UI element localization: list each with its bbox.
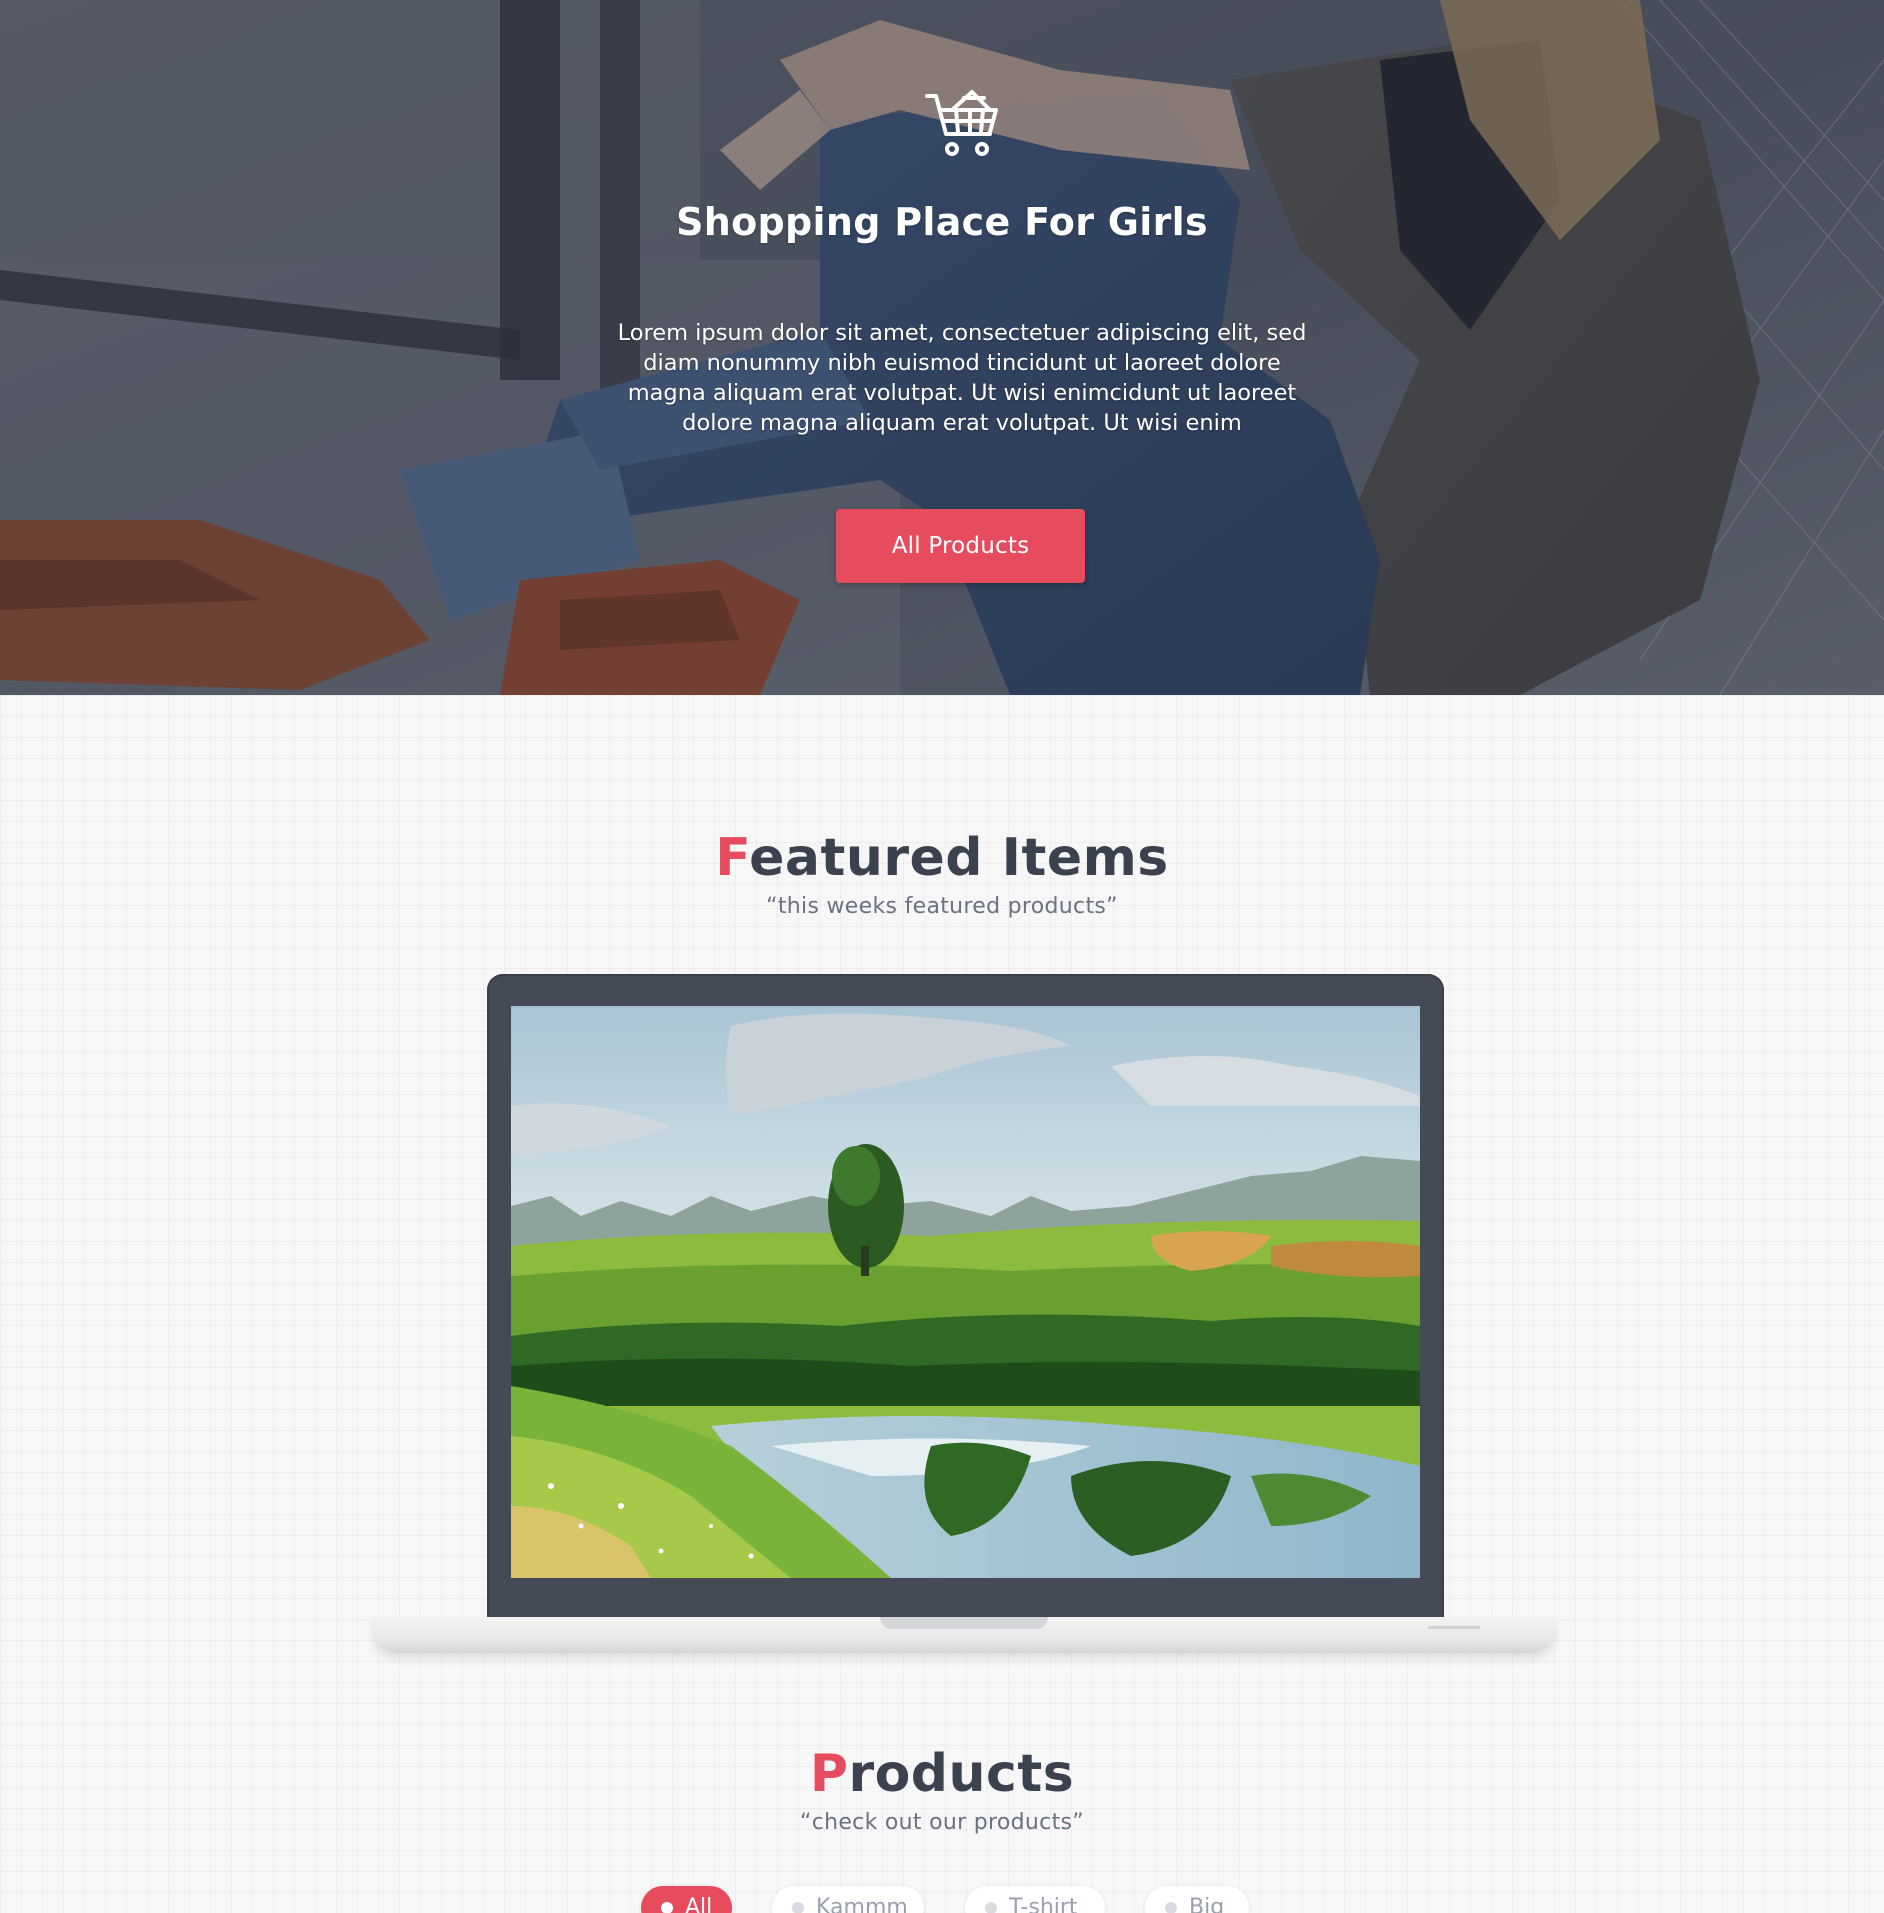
featured-title-initial: F: [715, 828, 750, 888]
products-subtitle: “check out our products”: [800, 1810, 1084, 1835]
featured-items-subtitle: “this weeks featured products”: [766, 894, 1118, 919]
products-title: Products: [0, 1744, 1884, 1804]
featured-product-image[interactable]: [511, 1006, 1420, 1578]
products-title-initial: P: [809, 1744, 849, 1804]
shopping-cart-icon: [925, 90, 998, 156]
filter-label: Big: [1189, 1895, 1225, 1913]
featured-title-rest: eatured Items: [749, 828, 1169, 888]
all-products-button[interactable]: All Products: [836, 509, 1085, 583]
filter-dot-icon: [661, 1902, 673, 1913]
product-filter-tabs: All Kammm T-shirt Big: [0, 1886, 1884, 1913]
filter-dot-icon: [985, 1902, 997, 1913]
filter-dot-icon: [1165, 1902, 1177, 1913]
filter-dot-icon: [792, 1902, 804, 1913]
filter-label: T-shirt: [1009, 1895, 1078, 1913]
laptop-notch: [880, 1617, 1048, 1629]
hero-description: Lorem ipsum dolor sit amet, consectetuer…: [617, 320, 1307, 436]
products-title-rest: roducts: [848, 1744, 1075, 1804]
filter-label: All: [685, 1895, 713, 1913]
landscape-illustration: [511, 1006, 1420, 1578]
filter-tab-big[interactable]: Big: [1145, 1886, 1249, 1913]
hero-content: Shopping Place For Girls Lorem ipsum dol…: [0, 0, 1884, 695]
hero-section: Shopping Place For Girls Lorem ipsum dol…: [0, 0, 1884, 695]
hero-title: Shopping Place For Girls: [676, 200, 1208, 244]
filter-label: Kammm: [816, 1895, 908, 1913]
filter-tab-all[interactable]: All: [641, 1886, 732, 1913]
laptop-indicator: [1428, 1626, 1480, 1629]
filter-tab-kammm[interactable]: Kammm: [772, 1886, 924, 1913]
filter-tab-t-shirt[interactable]: T-shirt: [965, 1886, 1105, 1913]
featured-items-title: Featured Items: [0, 828, 1884, 888]
